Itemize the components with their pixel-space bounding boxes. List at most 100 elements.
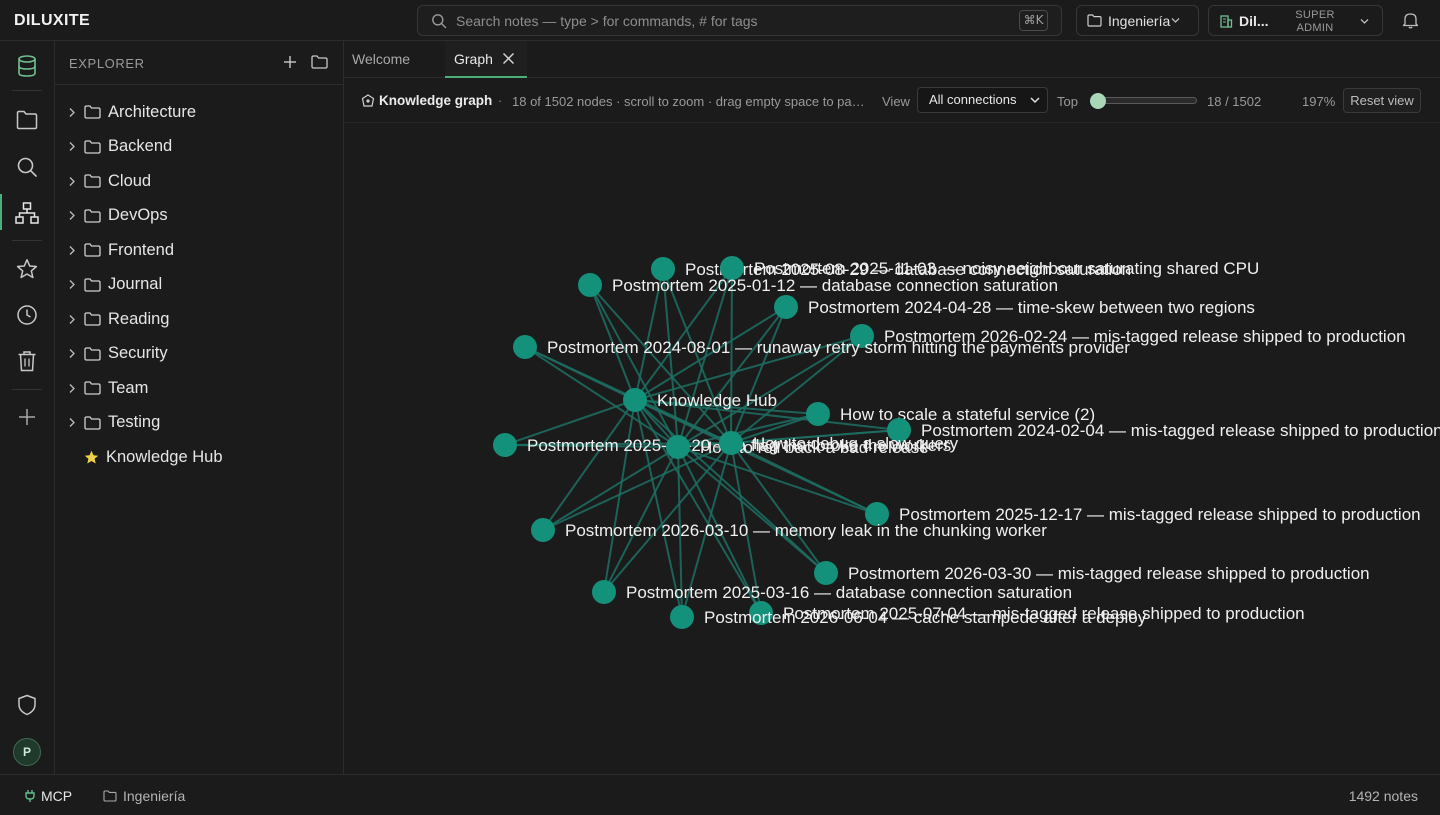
graph-node[interactable]: Postmortem 2026-06-04 — cache stampede a… [670,605,1147,629]
graph-node[interactable]: Postmortem 2024-08-01 — runaway retry st… [513,335,1130,359]
search-icon[interactable] [13,153,41,181]
clock-history-icon[interactable] [13,301,41,329]
graph-node-dot[interactable] [806,402,830,426]
top-bar: DILUXITE ⌘K Ingeniería [0,0,1440,41]
user-avatar[interactable]: P [13,738,41,766]
plug-icon [25,790,35,802]
graph-node-dot[interactable] [493,433,517,457]
graph-node-dot[interactable] [592,580,616,604]
tree-folder[interactable]: DevOps [55,199,343,234]
graph-node-dot[interactable] [670,605,694,629]
chevron-right-icon[interactable] [68,176,78,187]
graph-node-label: Postmortem 2024-08-01 — runaway retry st… [547,338,1130,357]
tab-graph[interactable]: Graph [445,41,527,78]
graph-node-dot[interactable] [513,335,537,359]
graph-node[interactable]: Postmortem 2025-03-16 — database connect… [592,580,1072,604]
chevron-right-icon[interactable] [68,245,78,256]
graph-node-dot[interactable] [814,561,838,585]
chevron-right-icon[interactable] [68,314,78,325]
graph-network-icon[interactable] [13,199,41,227]
tab-welcome[interactable]: Welcome [344,41,445,78]
graph-node-dot[interactable] [719,431,743,455]
folder-icon [103,790,117,802]
chevron-down-icon [1030,97,1040,104]
graph-node-dot[interactable] [623,388,647,412]
folder-icon [84,140,101,154]
close-icon[interactable] [502,52,515,65]
tree-folder[interactable]: Journal [55,268,343,303]
star-icon [84,450,99,465]
graph-node[interactable]: Postmortem 2024-04-28 — time-skew betwee… [774,295,1255,319]
graph-edge [677,446,878,515]
graph-toolbar: Knowledge graph · 18 of 1502 nodes · scr… [344,78,1440,123]
workspace-selector[interactable]: Ingeniería [1076,5,1199,36]
graph-node-label: Postmortem 2026-06-04 — cache stampede a… [704,608,1147,627]
star-icon[interactable] [13,255,41,283]
notifications-bell-icon[interactable] [1402,11,1419,29]
graph-node-label: Postmortem 2026-03-30 — mis-tagged relea… [848,564,1370,583]
graph-node-dot[interactable] [774,295,798,319]
slider-track[interactable] [1092,97,1197,104]
graph-node-dot[interactable] [666,435,690,459]
new-folder-icon[interactable] [311,55,328,69]
tree-folder[interactable]: Testing [55,406,343,441]
graph-edge [603,442,732,593]
active-indicator [0,194,2,230]
graph-node[interactable]: Postmortem 2025-01-12 — database connect… [578,273,1058,297]
tree-folder[interactable]: Team [55,371,343,406]
chevron-right-icon[interactable] [68,383,78,394]
graph-hub-node[interactable]: Knowledge Hub [623,388,777,412]
graph-node[interactable]: How to debug a slow query [719,431,959,455]
folder-icon [84,278,101,292]
shortcut-hint: ⌘K [1019,10,1048,31]
chevron-right-icon[interactable] [68,141,78,152]
graph-node-dot[interactable] [531,518,555,542]
new-note-plus-icon[interactable] [282,54,298,70]
reset-view-button[interactable]: Reset view [1343,88,1421,113]
user-name: Dil... [1239,13,1269,29]
graph-node[interactable]: Postmortem 2026-03-30 — mis-tagged relea… [814,561,1370,585]
add-plus-icon[interactable] [13,403,41,431]
graph-edge [730,442,827,574]
folder-icon [84,416,101,430]
tree-note[interactable]: Knowledge Hub [55,440,343,475]
graph-node[interactable]: Postmortem 2026-03-10 — memory leak in t… [531,518,1047,542]
graph-node[interactable]: Postmortem 2024-02-04 — mis-tagged relea… [887,418,1440,442]
chevron-right-icon[interactable] [68,348,78,359]
user-menu[interactable]: Dil... SUPER ADMIN [1208,5,1383,36]
status-workspace[interactable]: Ingeniería [103,788,185,804]
graph-node-dot[interactable] [578,273,602,297]
files-folder-icon[interactable] [13,106,41,134]
shield-icon[interactable] [13,691,41,719]
tree-item-label: Frontend [108,240,175,259]
tree-folder[interactable]: Architecture [55,95,343,130]
database-icon[interactable] [13,52,41,80]
app-logo[interactable]: DILUXITE [14,12,90,30]
graph-node-label: Postmortem 2025-01-12 — database connect… [612,276,1058,295]
top-nodes-slider[interactable] [1090,93,1197,109]
graph-svg[interactable]: Postmortem 2025-08-29 — database connect… [344,123,1440,774]
view-select[interactable]: All connections [917,87,1048,113]
search-box[interactable]: ⌘K [417,5,1062,36]
graph-canvas[interactable]: Postmortem 2025-08-29 — database connect… [344,123,1440,774]
tree-folder[interactable]: Frontend [55,233,343,268]
mcp-status[interactable]: MCP [25,788,72,804]
node-count: 18 / 1502 [1207,94,1262,109]
slider-thumb[interactable] [1090,93,1106,109]
file-tree: Architecture Backend Cloud DevOps Frontend Jo… [55,95,343,475]
tree-folder[interactable]: Reading [55,302,343,337]
chevron-right-icon[interactable] [68,279,78,290]
activity-bar: P [0,41,55,774]
graph-node-label: Postmortem 2026-03-10 — memory leak in t… [565,521,1047,540]
divider [12,389,42,390]
tree-folder[interactable]: Cloud [55,164,343,199]
chevron-right-icon[interactable] [68,417,78,428]
tree-folder[interactable]: Backend [55,130,343,165]
graph-node-label: Postmortem 2024-02-04 — mis-tagged relea… [921,421,1440,440]
chevron-right-icon[interactable] [68,107,78,118]
tree-folder[interactable]: Security [55,337,343,372]
view-select-value: All connections [929,92,1017,107]
search-input[interactable] [456,11,1016,31]
trash-icon[interactable] [13,347,41,375]
chevron-right-icon[interactable] [68,210,78,221]
